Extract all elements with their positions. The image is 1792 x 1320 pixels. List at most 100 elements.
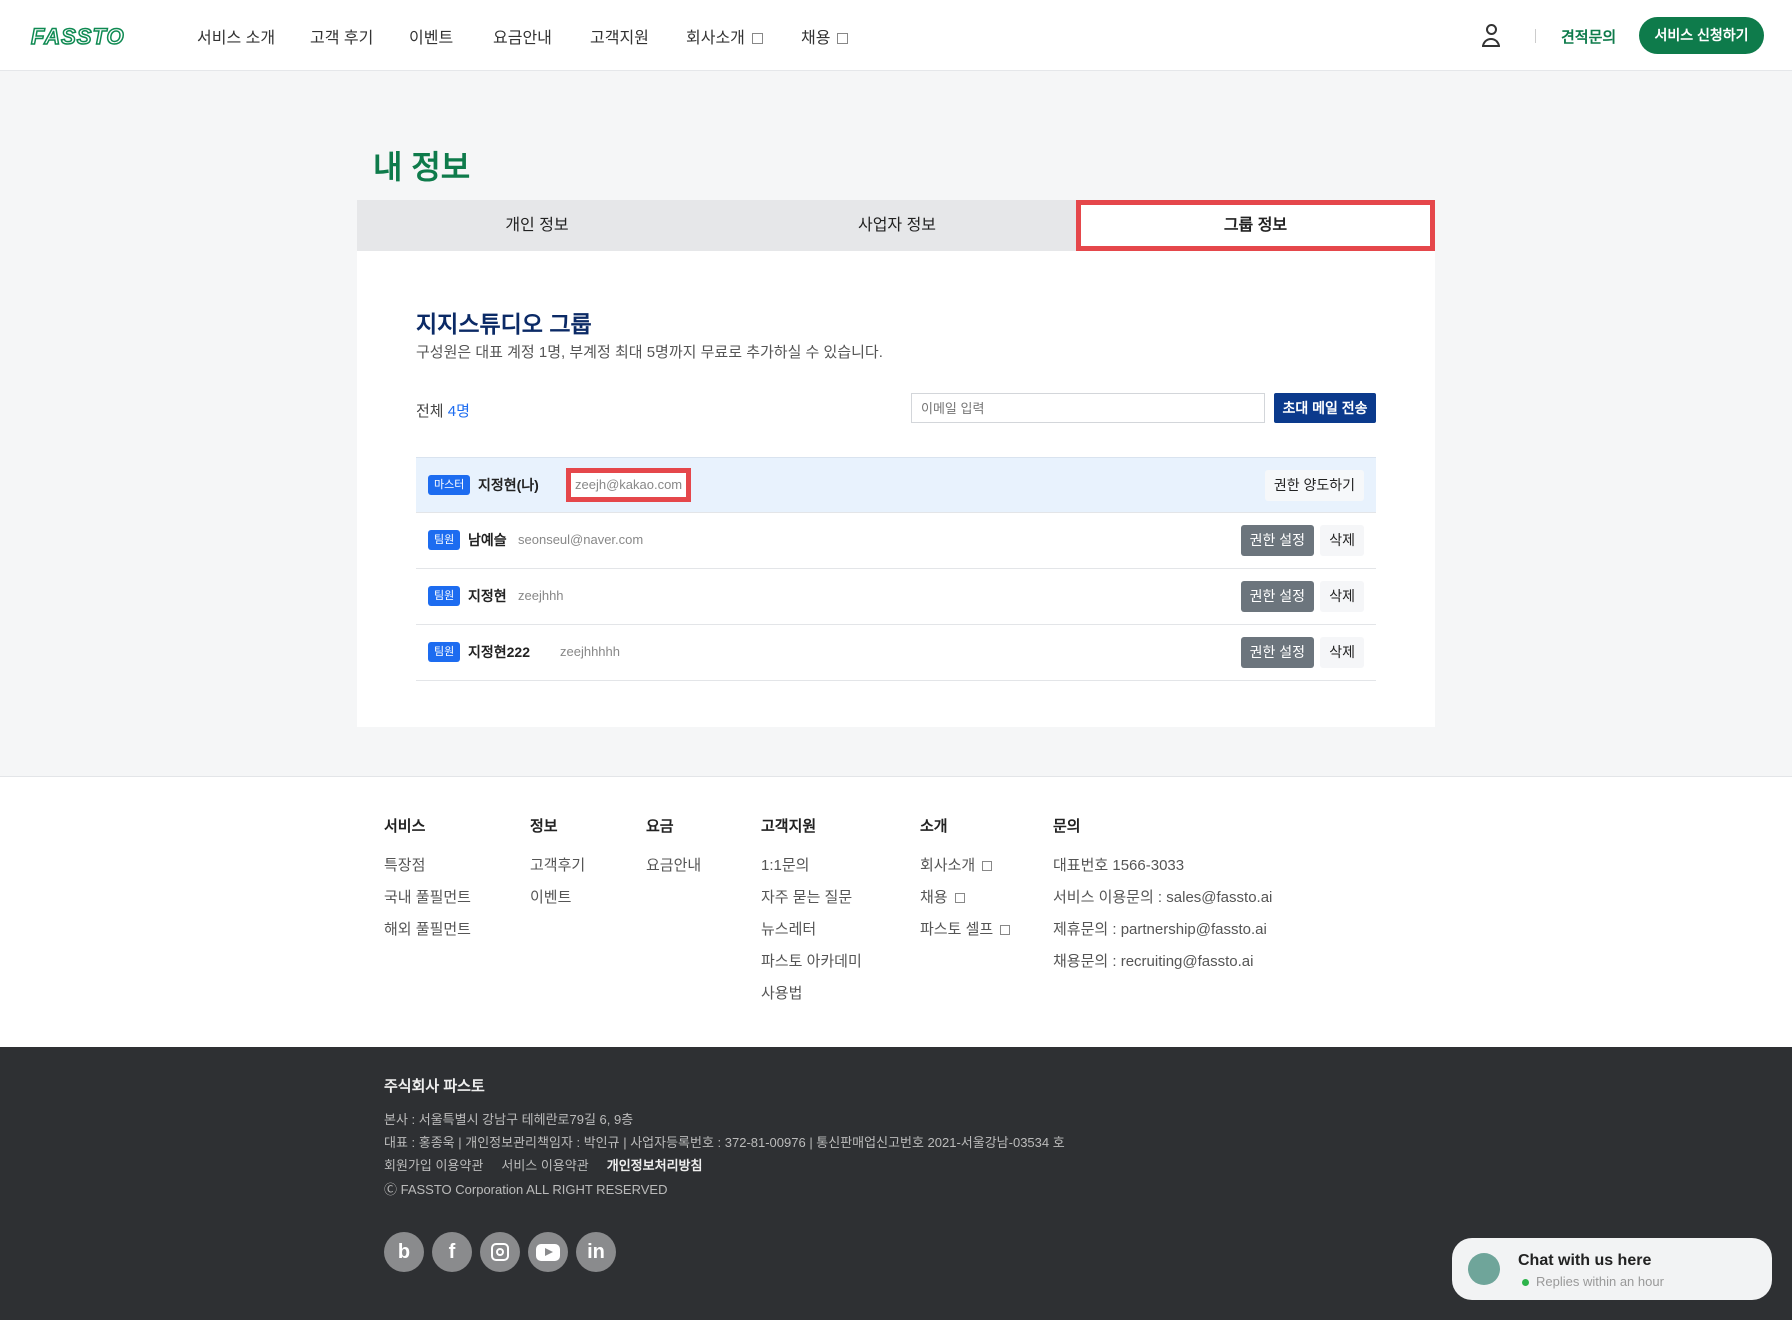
member-email: zeejhhhhh [560, 644, 620, 659]
member-row: 팀원 지정현 zeejhhh 권한 설정 삭제 [416, 569, 1376, 625]
service-terms-link[interactable]: 서비스 이용약관 [501, 1158, 588, 1173]
nav-label: 요금안내 [493, 30, 552, 47]
footer-link[interactable]: 파스토 셀프 [920, 918, 1011, 939]
footer-link-label: 1:1문의 [761, 857, 810, 874]
footer-link-label: 특장점 [384, 857, 426, 874]
nav-label: 서비스 소개 [197, 30, 276, 47]
apply-service-button[interactable]: 서비스 신청하기 [1639, 17, 1764, 54]
footer-link[interactable]: 대표번호 1566-3033 [1053, 854, 1184, 875]
role-badge: 팀원 [428, 530, 461, 550]
footer-link[interactable]: 고객후기 [530, 854, 585, 875]
company-name: 주식회사 파스토 [384, 1078, 485, 1095]
nav-item[interactable]: 채용 [801, 24, 849, 48]
tab-group-info[interactable]: 그룹 정보 [1076, 200, 1435, 251]
role-badge: 팀원 [428, 642, 461, 662]
invite-mail-button[interactable]: 초대 메일 전송 [1274, 393, 1376, 423]
member-name: 지정현 [468, 588, 507, 604]
online-dot [1522, 1279, 1529, 1286]
footer-link[interactable]: 회사소개 [920, 854, 993, 875]
footer-link-label: 제휴문의 : partnership@fassto.ai [1053, 921, 1267, 938]
instagram-icon[interactable] [480, 1232, 520, 1272]
nav-item[interactable]: 이벤트 [409, 24, 453, 48]
nav-item[interactable]: 고객지원 [590, 24, 649, 48]
signup-terms-link[interactable]: 회원가입 이용약관 [384, 1158, 483, 1173]
footer-link-label: 이벤트 [530, 889, 572, 906]
member-email: zeejh@kakao.com [566, 468, 692, 502]
delete-button[interactable]: 삭제 [1320, 581, 1364, 612]
footer-link-label: 사용법 [761, 985, 803, 1002]
footer-link-label: 뉴스레터 [761, 921, 817, 938]
role-badge: 마스터 [428, 475, 471, 495]
permission-settings-button[interactable]: 권한 설정 [1240, 525, 1314, 556]
tab-personal-info[interactable]: 개인 정보 [357, 200, 717, 251]
footer-link[interactable]: 해외 풀필먼트 [384, 918, 471, 939]
footer-link[interactable]: 국내 풀필먼트 [384, 886, 471, 907]
footer-link[interactable]: 채용문의 : recruiting@fassto.ai [1053, 950, 1253, 971]
footer-link[interactable]: 뉴스레터 [761, 918, 816, 939]
footer-link-label: 고객후기 [530, 857, 586, 874]
nav-label: 고객지원 [590, 30, 649, 47]
fassto-logo[interactable]: FASSTO [30, 23, 125, 50]
footer-link[interactable]: 사용법 [761, 982, 802, 1003]
transfer-authority-button[interactable]: 권한 양도하기 [1264, 470, 1364, 501]
blog-icon[interactable]: b [384, 1232, 424, 1272]
permission-settings-button[interactable]: 권한 설정 [1240, 637, 1314, 668]
member-row: 팀원 남예슬 seonseul@naver.com 권한 설정 삭제 [416, 513, 1376, 569]
footer-column-title: 소개 [920, 818, 948, 835]
external-link-icon [837, 33, 849, 44]
footer-link[interactable]: 1:1문의 [761, 854, 809, 875]
chat-widget[interactable]: Chat with us here Replies within an hour [1452, 1238, 1772, 1300]
total-label: 전체 [416, 403, 444, 420]
footer-link-label: 자주 묻는 질문 [761, 889, 853, 906]
member-row: 마스터 지정현(나) zeejh@kakao.com 권한 양도하기 [416, 457, 1376, 513]
footer-link-label: 요금안내 [646, 857, 702, 874]
footer-link-label: 서비스 이용문의 : sales@fassto.ai [1053, 889, 1273, 906]
footer-link-label: 파스토 셀프 [920, 921, 994, 938]
linkedin-icon[interactable]: in [576, 1232, 616, 1272]
member-name: 지정현222 [468, 644, 530, 660]
nav-item[interactable]: 서비스 소개 [197, 24, 275, 48]
nav-item[interactable]: 요금안내 [493, 24, 552, 48]
footer-link[interactable]: 채용 [920, 886, 965, 907]
delete-button[interactable]: 삭제 [1320, 637, 1364, 668]
nav-item[interactable]: 회사소개 [686, 24, 763, 48]
quote-link[interactable]: 견적문의 [1561, 26, 1616, 47]
footer: 서비스 특장점 국내 풀필먼트 해외 풀필먼트 정보 고객후기 이벤트 요금 요금안내 고객지원 1… [0, 776, 1792, 1047]
divider [1535, 29, 1536, 43]
group-description: 구성원은 대표 계정 1명, 부계정 최대 5명까지 무료로 추가하실 수 있습… [416, 344, 883, 361]
user-icon[interactable] [1481, 24, 1501, 49]
nav-label: 고객 후기 [310, 30, 374, 47]
footer-link-label: 채용 [920, 889, 948, 906]
footer-link[interactable]: 이벤트 [530, 886, 571, 907]
footer-link-label: 해외 풀필먼트 [384, 921, 471, 938]
nav-item[interactable]: 고객 후기 [310, 24, 373, 48]
footer-link[interactable]: 자주 묻는 질문 [761, 886, 852, 907]
footer-link-label: 채용문의 : recruiting@fassto.ai [1053, 953, 1254, 970]
business-info: 대표 : 홍종욱 | 개인정보관리책임자 : 박인규 | 사업자등록번호 : 3… [384, 1135, 1065, 1150]
footer-column-title: 서비스 [384, 818, 426, 835]
external-link-icon [982, 861, 993, 871]
footer-link[interactable]: 제휴문의 : partnership@fassto.ai [1053, 918, 1267, 939]
footer-link[interactable]: 특장점 [384, 854, 425, 875]
member-total: 전체 4명 [416, 400, 470, 421]
page-title: 내 정보 [373, 149, 471, 185]
footer-link-label: 대표번호 1566-3033 [1053, 857, 1185, 874]
footer-link[interactable]: 요금안내 [646, 854, 701, 875]
footer-link-label: 파스토 아카데미 [761, 953, 862, 970]
email-input[interactable] [911, 393, 1265, 423]
footer-link[interactable]: 서비스 이용문의 : sales@fassto.ai [1053, 886, 1272, 907]
tab-business-info[interactable]: 사업자 정보 [717, 200, 1077, 251]
address: 본사 : 서울특별시 강남구 테헤란로79길 6, 9층 [384, 1112, 634, 1127]
footer-link-label: 회사소개 [920, 857, 976, 874]
member-row: 팀원 지정현222 zeejhhhhh 권한 설정 삭제 [416, 625, 1376, 681]
youtube-icon[interactable] [528, 1232, 568, 1272]
footer-link-label: 국내 풀필먼트 [384, 889, 471, 906]
chat-title: Chat with us here [1518, 1252, 1652, 1269]
member-name: 지정현(나) [478, 477, 539, 493]
external-link-icon [954, 893, 965, 903]
delete-button[interactable]: 삭제 [1320, 525, 1364, 556]
footer-link[interactable]: 파스토 아카데미 [761, 950, 862, 971]
permission-settings-button[interactable]: 권한 설정 [1240, 581, 1314, 612]
facebook-icon[interactable]: f [432, 1232, 472, 1272]
privacy-policy-link[interactable]: 개인정보처리방침 [607, 1158, 703, 1173]
